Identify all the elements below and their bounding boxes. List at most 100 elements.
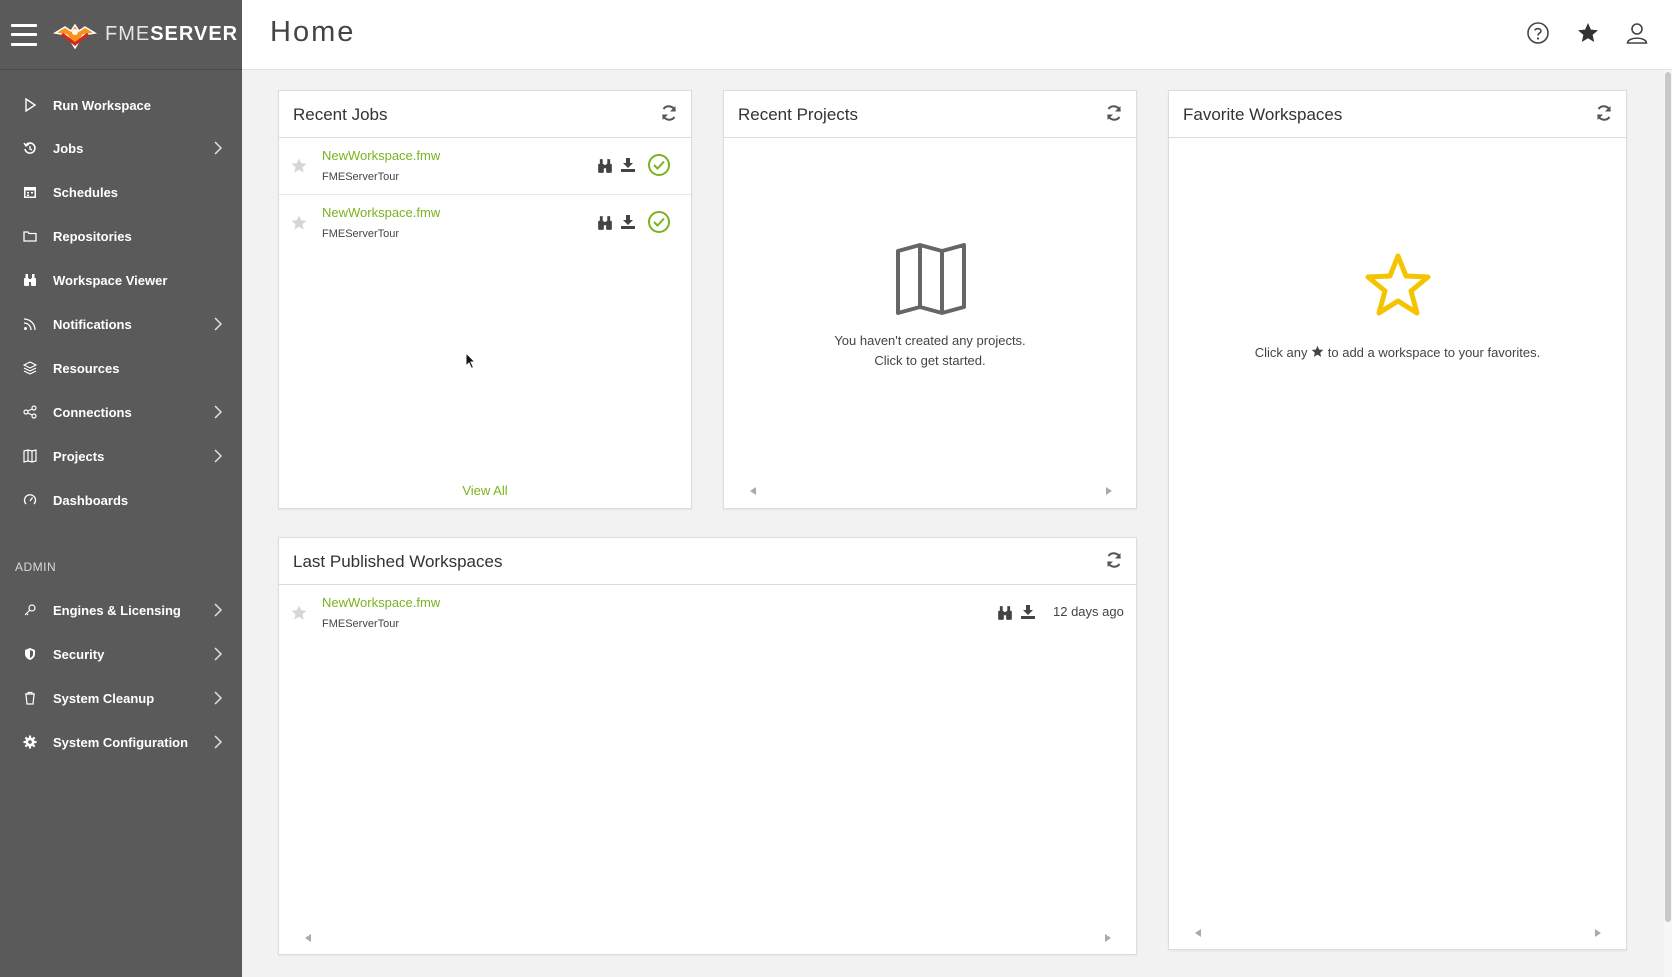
scrollbar-thumb[interactable] bbox=[1665, 72, 1671, 922]
calendar-icon bbox=[22, 184, 38, 200]
trash-icon bbox=[22, 690, 38, 706]
refresh-icon[interactable] bbox=[1594, 103, 1614, 123]
workspace-link[interactable]: NewWorkspace.fmw bbox=[322, 595, 440, 610]
empty-projects-message: You haven't created any projects. Click … bbox=[724, 331, 1136, 371]
download-icon[interactable] bbox=[1020, 604, 1036, 620]
panel-header: Favorite Workspaces bbox=[1169, 91, 1626, 138]
download-icon[interactable] bbox=[620, 214, 636, 230]
sidebar-item-repositories[interactable]: Repositories bbox=[0, 216, 242, 256]
sidebar-item-engines-licensing[interactable]: Engines & Licensing bbox=[0, 590, 242, 630]
refresh-icon[interactable] bbox=[1104, 550, 1124, 570]
sidebar-item-system-cleanup[interactable]: System Cleanup bbox=[0, 678, 242, 718]
sidebar-item-notifications[interactable]: Notifications bbox=[0, 304, 242, 344]
play-outline-icon bbox=[22, 97, 38, 113]
published-time: 12 days ago bbox=[1053, 604, 1124, 619]
panel-header: Last Published Workspaces bbox=[279, 538, 1136, 585]
sidebar-item-dashboards[interactable]: Dashboards bbox=[0, 480, 242, 520]
panel-title: Recent Jobs bbox=[293, 105, 388, 124]
workspace-link[interactable]: NewWorkspace.fmw bbox=[322, 148, 440, 163]
sidebar-item-label: Workspace Viewer bbox=[53, 272, 168, 288]
empty-favorites-message: Click any to add a workspace to your fav… bbox=[1169, 343, 1626, 363]
folder-icon bbox=[22, 228, 38, 244]
chevron-right-icon bbox=[214, 405, 223, 419]
star-outline-icon[interactable] bbox=[290, 157, 308, 175]
view-all-link[interactable]: View All bbox=[279, 483, 691, 498]
star-outline-icon[interactable] bbox=[290, 214, 308, 232]
refresh-icon[interactable] bbox=[659, 103, 679, 123]
star-outline-icon[interactable] bbox=[290, 604, 308, 622]
binoculars-icon[interactable] bbox=[997, 605, 1013, 621]
refresh-icon[interactable] bbox=[1104, 103, 1124, 123]
arrow-right-icon[interactable] bbox=[1104, 486, 1114, 496]
page-title: Home bbox=[270, 16, 356, 48]
hamburger-menu-icon[interactable] bbox=[11, 23, 37, 46]
chevron-right-icon bbox=[214, 603, 223, 617]
user-icon[interactable] bbox=[1625, 21, 1649, 45]
sidebar-item-label: Security bbox=[53, 646, 105, 662]
sidebar-item-label: Run Workspace bbox=[53, 97, 152, 113]
chevron-right-icon bbox=[214, 647, 223, 661]
help-icon[interactable] bbox=[1526, 21, 1550, 45]
gear-icon bbox=[22, 734, 38, 750]
sidebar-item-label: Jobs bbox=[53, 140, 84, 156]
gauge-icon bbox=[22, 492, 38, 508]
brand-name-thin: FME bbox=[105, 23, 151, 45]
arrow-left-icon[interactable] bbox=[1193, 928, 1203, 938]
empty-projects-line2[interactable]: Click to get started. bbox=[724, 351, 1136, 371]
sidebar-item-workspace-viewer[interactable]: Workspace Viewer bbox=[0, 260, 242, 300]
star-outline-icon bbox=[1365, 253, 1431, 316]
success-check-icon bbox=[648, 154, 670, 176]
binoculars-icon[interactable] bbox=[597, 215, 613, 231]
map-icon bbox=[22, 448, 38, 464]
chevron-right-icon bbox=[214, 449, 223, 463]
list-item[interactable]: NewWorkspace.fmw FMEServerTour 12 days a… bbox=[279, 585, 1136, 642]
recent-jobs-panel: Recent Jobs NewWorkspace.fmw FMEServerTo… bbox=[278, 90, 692, 509]
arrow-right-icon[interactable] bbox=[1103, 933, 1113, 943]
arrow-right-icon[interactable] bbox=[1593, 928, 1603, 938]
sidebar-item-schedules[interactable]: Schedules bbox=[0, 172, 242, 212]
sidebar-item-run-workspace[interactable]: Run Workspace bbox=[0, 85, 242, 125]
sidebar-item-connections[interactable]: Connections bbox=[0, 392, 242, 432]
star-icon bbox=[1311, 345, 1324, 357]
arrow-left-icon[interactable] bbox=[748, 486, 758, 496]
sidebar-item-label: Dashboards bbox=[53, 492, 129, 508]
list-item[interactable]: NewWorkspace.fmw FMEServerTour bbox=[279, 138, 691, 195]
brand-bar: FMESERVER bbox=[0, 0, 242, 70]
chevron-right-icon bbox=[214, 691, 223, 705]
binoculars-icon[interactable] bbox=[597, 158, 613, 174]
panel-title: Favorite Workspaces bbox=[1183, 105, 1343, 124]
panel-title: Last Published Workspaces bbox=[293, 552, 503, 571]
admin-section-label: ADMIN bbox=[15, 560, 57, 574]
sidebar-item-projects[interactable]: Projects bbox=[0, 436, 242, 476]
chevron-right-icon bbox=[214, 141, 223, 155]
mouse-cursor-icon bbox=[465, 352, 477, 370]
brand-name[interactable]: FMESERVER bbox=[105, 23, 238, 46]
recent-projects-panel[interactable]: Recent Projects You haven't created any … bbox=[723, 90, 1137, 509]
download-icon[interactable] bbox=[620, 157, 636, 173]
favorites-star-icon[interactable] bbox=[1576, 21, 1600, 45]
brand-name-bold: SERVER bbox=[150, 23, 239, 45]
sidebar-item-security[interactable]: Security bbox=[0, 634, 242, 674]
fme-logo-icon[interactable] bbox=[53, 18, 97, 52]
layers-icon bbox=[22, 360, 38, 376]
history-icon bbox=[22, 140, 38, 156]
last-published-panel: Last Published Workspaces NewWorkspace.f… bbox=[278, 537, 1137, 955]
sidebar-item-resources[interactable]: Resources bbox=[0, 348, 242, 388]
page-scrollbar[interactable] bbox=[1664, 70, 1672, 977]
sidebar-item-system-configuration[interactable]: System Configuration bbox=[0, 722, 242, 762]
rss-icon bbox=[22, 316, 38, 332]
sidebar-item-label: Projects bbox=[53, 448, 105, 464]
list-item[interactable]: NewWorkspace.fmw FMEServerTour bbox=[279, 195, 691, 252]
success-check-icon bbox=[648, 211, 670, 233]
sidebar-item-label: System Configuration bbox=[53, 734, 189, 750]
binoculars-icon bbox=[22, 272, 38, 288]
arrow-left-icon[interactable] bbox=[303, 933, 313, 943]
top-header: Home bbox=[242, 0, 1672, 70]
key-icon bbox=[22, 602, 38, 618]
sidebar-item-label: Connections bbox=[53, 404, 132, 420]
workspace-link[interactable]: NewWorkspace.fmw bbox=[322, 205, 440, 220]
panel-header: Recent Jobs bbox=[279, 91, 691, 138]
sidebar-item-label: Resources bbox=[53, 360, 120, 376]
repository-name: FMEServerTour bbox=[322, 618, 400, 630]
sidebar-item-jobs[interactable]: Jobs bbox=[0, 128, 242, 168]
